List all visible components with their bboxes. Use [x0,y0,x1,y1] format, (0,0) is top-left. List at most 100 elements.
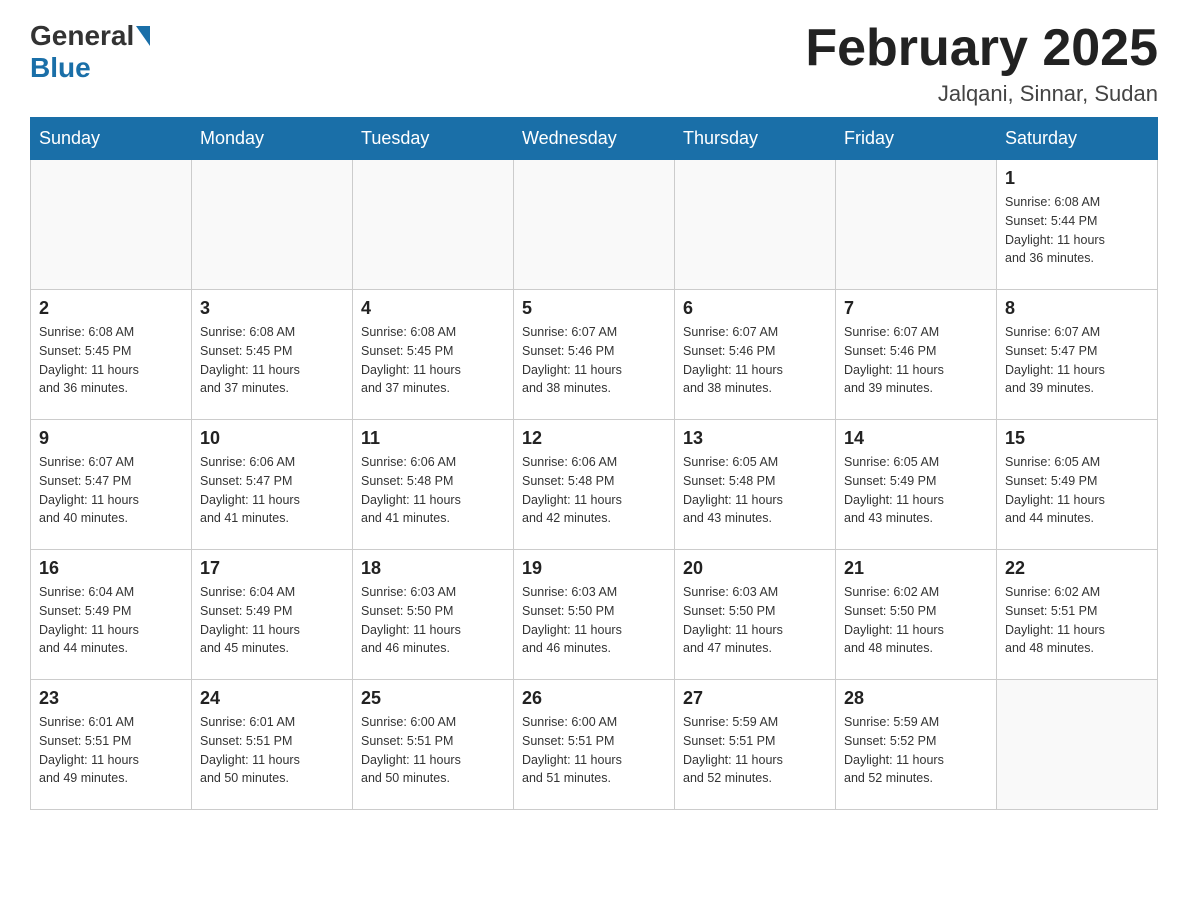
day-number: 24 [200,688,344,709]
day-number: 6 [683,298,827,319]
calendar-day-28: 28 Sunrise: 5:59 AM Sunset: 5:52 PM Dayli… [836,680,997,810]
calendar-day-6: 6 Sunrise: 6:07 AM Sunset: 5:46 PM Daylig… [675,290,836,420]
logo-blue-text: Blue [30,52,91,84]
title-section: February 2025 Jalqani, Sinnar, Sudan [805,20,1158,107]
calendar-day-9: 9 Sunrise: 6:07 AM Sunset: 5:47 PM Daylig… [31,420,192,550]
day-info: Sunrise: 6:03 AM Sunset: 5:50 PM Dayligh… [361,583,505,658]
day-info: Sunrise: 6:01 AM Sunset: 5:51 PM Dayligh… [39,713,183,788]
calendar-day-10: 10 Sunrise: 6:06 AM Sunset: 5:47 PM Dayli… [192,420,353,550]
calendar-day-22: 22 Sunrise: 6:02 AM Sunset: 5:51 PM Dayli… [997,550,1158,680]
calendar-day-3: 3 Sunrise: 6:08 AM Sunset: 5:45 PM Daylig… [192,290,353,420]
day-info: Sunrise: 6:08 AM Sunset: 5:45 PM Dayligh… [200,323,344,398]
calendar-week-row: 1 Sunrise: 6:08 AM Sunset: 5:44 PM Daylig… [31,160,1158,290]
day-info: Sunrise: 6:06 AM Sunset: 5:47 PM Dayligh… [200,453,344,528]
calendar-day-18: 18 Sunrise: 6:03 AM Sunset: 5:50 PM Dayli… [353,550,514,680]
day-number: 19 [522,558,666,579]
column-header-friday: Friday [836,118,997,160]
calendar-empty-cell [514,160,675,290]
calendar-empty-cell [675,160,836,290]
day-number: 7 [844,298,988,319]
calendar-day-7: 7 Sunrise: 6:07 AM Sunset: 5:46 PM Daylig… [836,290,997,420]
day-number: 8 [1005,298,1149,319]
calendar-day-13: 13Sunrise: 6:05 AM Sunset: 5:48 PM Dayli… [675,420,836,550]
day-info: Sunrise: 6:05 AM Sunset: 5:49 PM Dayligh… [844,453,988,528]
calendar-day-20: 20 Sunrise: 6:03 AM Sunset: 5:50 PM Dayli… [675,550,836,680]
day-number: 11 [361,428,505,449]
day-info: Sunrise: 6:03 AM Sunset: 5:50 PM Dayligh… [683,583,827,658]
day-number: 25 [361,688,505,709]
day-number: 27 [683,688,827,709]
calendar-day-11: 11 Sunrise: 6:06 AM Sunset: 5:48 PM Dayli… [353,420,514,550]
day-number: 20 [683,558,827,579]
day-number: 18 [361,558,505,579]
day-number: 15 [1005,428,1149,449]
calendar-day-19: 19 Sunrise: 6:03 AM Sunset: 5:50 PM Dayli… [514,550,675,680]
day-number: 3 [200,298,344,319]
day-number: 28 [844,688,988,709]
day-info: Sunrise: 5:59 AM Sunset: 5:52 PM Dayligh… [844,713,988,788]
day-info: Sunrise: 6:03 AM Sunset: 5:50 PM Dayligh… [522,583,666,658]
day-number: 9 [39,428,183,449]
calendar-day-21: 21Sunrise: 6:02 AM Sunset: 5:50 PM Dayli… [836,550,997,680]
calendar-empty-cell [192,160,353,290]
logo-triangle-icon [136,26,150,46]
calendar-day-16: 16Sunrise: 6:04 AM Sunset: 5:49 PM Dayli… [31,550,192,680]
day-number: 22 [1005,558,1149,579]
column-header-thursday: Thursday [675,118,836,160]
day-number: 23 [39,688,183,709]
day-info: Sunrise: 6:07 AM Sunset: 5:46 PM Dayligh… [522,323,666,398]
day-number: 12 [522,428,666,449]
page-header: General Blue February 2025 Jalqani, Sinn… [30,20,1158,107]
day-info: Sunrise: 6:05 AM Sunset: 5:49 PM Dayligh… [1005,453,1149,528]
calendar-day-26: 26Sunrise: 6:00 AM Sunset: 5:51 PM Dayli… [514,680,675,810]
calendar-day-23: 23 Sunrise: 6:01 AM Sunset: 5:51 PM Dayli… [31,680,192,810]
day-info: Sunrise: 5:59 AM Sunset: 5:51 PM Dayligh… [683,713,827,788]
day-info: Sunrise: 6:00 AM Sunset: 5:51 PM Dayligh… [522,713,666,788]
calendar-day-5: 5Sunrise: 6:07 AM Sunset: 5:46 PM Daylig… [514,290,675,420]
calendar-day-27: 27 Sunrise: 5:59 AM Sunset: 5:51 PM Dayli… [675,680,836,810]
calendar-week-row: 16Sunrise: 6:04 AM Sunset: 5:49 PM Dayli… [31,550,1158,680]
column-header-monday: Monday [192,118,353,160]
month-year-title: February 2025 [805,20,1158,77]
day-info: Sunrise: 6:07 AM Sunset: 5:47 PM Dayligh… [1005,323,1149,398]
day-info: Sunrise: 6:08 AM Sunset: 5:44 PM Dayligh… [1005,193,1149,268]
calendar-day-15: 15 Sunrise: 6:05 AM Sunset: 5:49 PM Dayli… [997,420,1158,550]
day-number: 1 [1005,168,1149,189]
calendar-day-25: 25 Sunrise: 6:00 AM Sunset: 5:51 PM Dayli… [353,680,514,810]
day-info: Sunrise: 6:06 AM Sunset: 5:48 PM Dayligh… [361,453,505,528]
calendar-week-row: 9 Sunrise: 6:07 AM Sunset: 5:47 PM Daylig… [31,420,1158,550]
day-info: Sunrise: 6:08 AM Sunset: 5:45 PM Dayligh… [39,323,183,398]
day-info: Sunrise: 6:07 AM Sunset: 5:46 PM Dayligh… [683,323,827,398]
column-header-tuesday: Tuesday [353,118,514,160]
calendar-week-row: 2 Sunrise: 6:08 AM Sunset: 5:45 PM Daylig… [31,290,1158,420]
calendar-empty-cell [836,160,997,290]
column-header-saturday: Saturday [997,118,1158,160]
calendar-empty-cell [31,160,192,290]
day-number: 10 [200,428,344,449]
calendar-day-2: 2 Sunrise: 6:08 AM Sunset: 5:45 PM Daylig… [31,290,192,420]
calendar-week-row: 23 Sunrise: 6:01 AM Sunset: 5:51 PM Dayli… [31,680,1158,810]
day-number: 13 [683,428,827,449]
location-subtitle: Jalqani, Sinnar, Sudan [805,81,1158,107]
day-number: 21 [844,558,988,579]
day-info: Sunrise: 6:07 AM Sunset: 5:47 PM Dayligh… [39,453,183,528]
calendar-day-12: 12 Sunrise: 6:06 AM Sunset: 5:48 PM Dayli… [514,420,675,550]
calendar-day-1: 1 Sunrise: 6:08 AM Sunset: 5:44 PM Daylig… [997,160,1158,290]
calendar-day-24: 24 Sunrise: 6:01 AM Sunset: 5:51 PM Dayli… [192,680,353,810]
day-number: 2 [39,298,183,319]
logo-general-text: General [30,20,134,52]
calendar-day-4: 4 Sunrise: 6:08 AM Sunset: 5:45 PM Daylig… [353,290,514,420]
calendar-header-row: SundayMondayTuesdayWednesdayThursdayFrid… [31,118,1158,160]
day-info: Sunrise: 6:02 AM Sunset: 5:51 PM Dayligh… [1005,583,1149,658]
calendar-day-8: 8 Sunrise: 6:07 AM Sunset: 5:47 PM Daylig… [997,290,1158,420]
day-info: Sunrise: 6:06 AM Sunset: 5:48 PM Dayligh… [522,453,666,528]
calendar-day-14: 14Sunrise: 6:05 AM Sunset: 5:49 PM Dayli… [836,420,997,550]
day-info: Sunrise: 6:07 AM Sunset: 5:46 PM Dayligh… [844,323,988,398]
calendar-empty-cell [997,680,1158,810]
day-info: Sunrise: 6:08 AM Sunset: 5:45 PM Dayligh… [361,323,505,398]
day-info: Sunrise: 6:00 AM Sunset: 5:51 PM Dayligh… [361,713,505,788]
day-number: 4 [361,298,505,319]
day-info: Sunrise: 6:01 AM Sunset: 5:51 PM Dayligh… [200,713,344,788]
calendar-empty-cell [353,160,514,290]
calendar-day-17: 17Sunrise: 6:04 AM Sunset: 5:49 PM Dayli… [192,550,353,680]
